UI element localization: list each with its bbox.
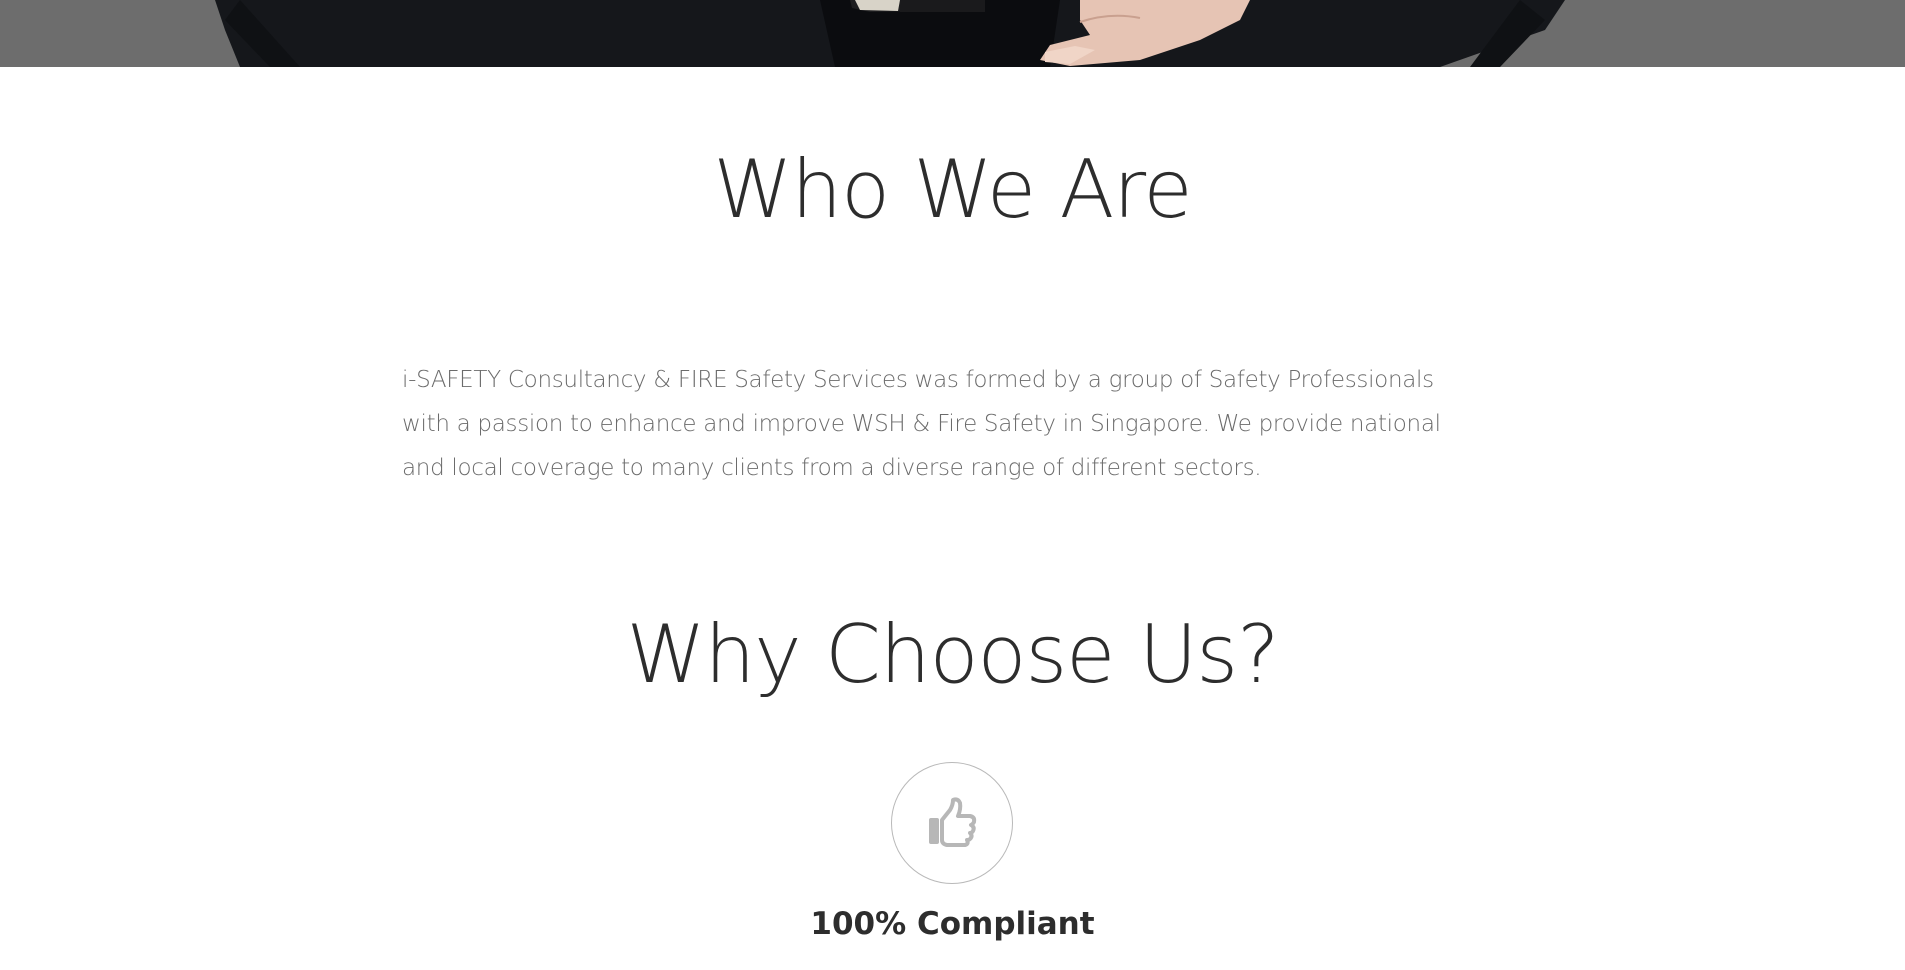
hero-banner (0, 0, 1905, 67)
about-paragraph: i-SAFETY Consultancy & FIRE Safety Servi… (402, 367, 1441, 481)
who-we-are-heading: Who We Are (713, 143, 1192, 236)
feature-title-compliant: 100% Compliant (810, 906, 1095, 942)
thumbs-up-icon (929, 797, 977, 847)
hero-photo (0, 0, 1905, 67)
feature-icon-circle (891, 762, 1013, 884)
why-choose-us-heading: Why Choose Us? (626, 608, 1279, 701)
